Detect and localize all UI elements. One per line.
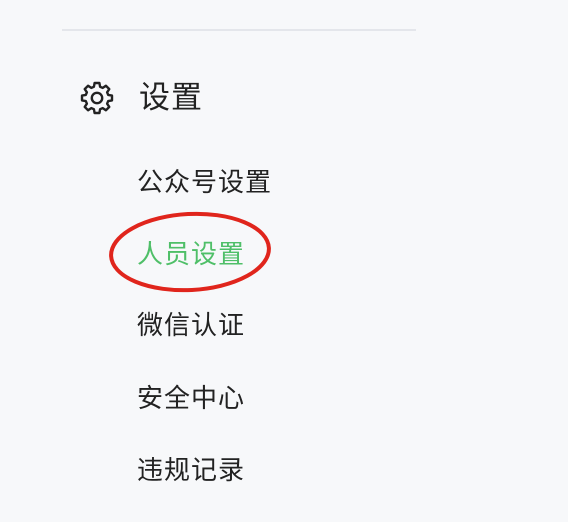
settings-sidebar: 设置 公众号设置 人员设置 微信认证 安全中心 违规记录 [0, 0, 568, 522]
menu-item-security-center[interactable]: 安全中心 [137, 379, 245, 419]
section-divider [62, 29, 416, 31]
menu-item-personnel-settings[interactable]: 人员设置 [137, 235, 245, 275]
gear-icon [80, 81, 114, 115]
menu-item-violation-records[interactable]: 违规记录 [137, 451, 245, 491]
menu-item-official-account-settings[interactable]: 公众号设置 [137, 163, 272, 203]
settings-section-header: 设置 [80, 76, 203, 120]
section-title: 设置 [139, 80, 203, 116]
menu-item-wechat-verification[interactable]: 微信认证 [137, 306, 245, 346]
